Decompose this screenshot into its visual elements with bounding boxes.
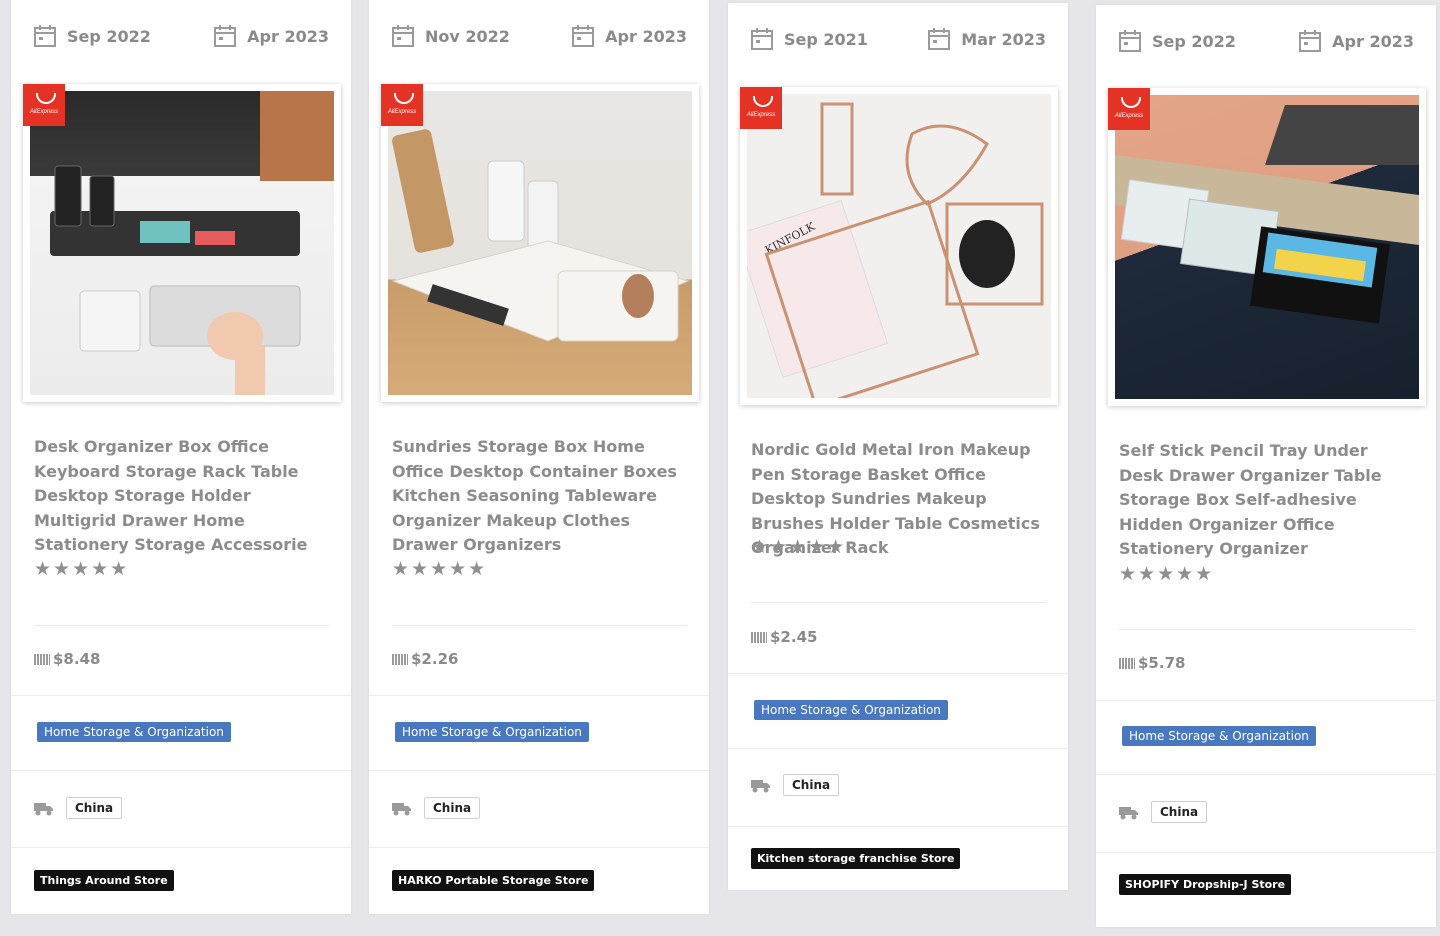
product-card[interactable]: Sep 2021 Mar 2023 KINFOLK AliExpress Nor… [728,3,1068,890]
calendar-icon [392,25,414,47]
store-badge[interactable]: SHOPIFY Dropship-J Store [1119,874,1292,895]
divider [11,847,351,848]
store-badge[interactable]: Kitchen storage franchise Store [751,848,961,869]
ships-from: China [34,797,123,819]
product-image[interactable]: AliExpress [1108,88,1426,406]
divider [369,770,709,771]
date-start: Sep 2022 [33,24,151,48]
ships-from: China [392,797,481,819]
store-badge[interactable]: Things Around Store [34,870,174,891]
ships-from: China [1119,801,1208,823]
calendar-icon [214,25,237,47]
price: $8.48 [34,650,100,668]
country-badge: China [424,797,481,819]
product-title[interactable]: Sundries Storage Box Home Office Desktop… [392,435,687,558]
rating-stars: ★★★★★ [34,558,130,580]
product-image[interactable]: AliExpress [23,84,341,402]
rating-stars: ★★★★★ [751,536,847,558]
date-range: Sep 2022 Apr 2023 [1118,27,1414,55]
aliexpress-logo: AliExpress [23,84,65,126]
divider [392,625,687,626]
calendar-icon [572,25,595,47]
aliexpress-logo: AliExpress [740,87,782,129]
divider [369,847,709,848]
category-badge[interactable]: Home Storage & Organization [754,700,948,720]
date-end: Apr 2023 [1298,29,1414,53]
date-end: Mar 2023 [927,27,1046,51]
divider [728,673,1068,674]
calendar-icon [928,28,951,50]
rating-stars: ★★★★★ [1119,563,1215,585]
date-start: Nov 2022 [391,24,510,48]
price: $2.26 [392,650,458,668]
date-range: Nov 2022 Apr 2023 [391,22,687,50]
rating-stars: ★★★★★ [392,558,488,580]
truck-icon [34,803,53,816]
date-end: Apr 2023 [213,24,329,48]
calendar-icon [751,28,773,50]
aliexpress-logo: AliExpress [381,84,423,126]
product-card[interactable]: Nov 2022 Apr 2023 AliExpress Sundries St… [369,0,709,914]
date-range: Sep 2022 Apr 2023 [33,22,329,50]
barcode-icon [34,653,50,665]
calendar-icon [34,25,56,47]
country-badge: China [1151,801,1208,823]
product-image[interactable]: AliExpress [381,84,699,402]
barcode-icon [751,631,767,643]
calendar-icon [1119,30,1141,52]
category-badge[interactable]: Home Storage & Organization [395,722,589,742]
product-title[interactable]: Desk Organizer Box Office Keyboard Stora… [34,435,329,558]
divider [1096,774,1436,775]
price: $5.78 [1119,654,1185,672]
date-start: Sep 2022 [1118,29,1236,53]
price: $2.45 [751,628,817,646]
product-image[interactable]: KINFOLK AliExpress [740,87,1058,405]
divider [1096,852,1436,853]
divider [34,625,329,626]
truck-icon [1119,807,1138,820]
divider [1096,700,1436,701]
aliexpress-logo: AliExpress [1108,88,1150,130]
divider [751,602,1046,603]
truck-icon [751,780,770,793]
barcode-icon [392,653,408,665]
divider [11,695,351,696]
divider [728,748,1068,749]
product-card[interactable]: Sep 2022 Apr 2023 AliExpress Self Stick … [1096,5,1436,927]
under-desk-drawer-illustration [1115,105,1419,324]
date-end: Apr 2023 [571,24,687,48]
ships-from: China [751,774,840,796]
product-title[interactable]: Self Stick Pencil Tray Under Desk Drawer… [1119,439,1414,562]
divider [369,695,709,696]
country-badge: China [66,797,123,819]
gold-basket-illustration: KINFOLK [747,102,1044,398]
desk-scene-illustration [50,91,334,395]
truck-icon [392,803,411,816]
date-start: Sep 2021 [750,27,868,51]
storage-box-illustration [391,129,690,342]
product-card[interactable]: Sep 2022 Apr 2023 AliExpress Desk Organi… [11,0,351,914]
store-badge[interactable]: HARKO Portable Storage Store [392,870,595,891]
divider [11,770,351,771]
country-badge: China [783,774,840,796]
divider [728,826,1068,827]
date-range: Sep 2021 Mar 2023 [750,25,1046,53]
divider [1119,629,1414,630]
calendar-icon [1299,30,1322,52]
category-badge[interactable]: Home Storage & Organization [1122,726,1316,746]
barcode-icon [1119,657,1135,669]
category-badge[interactable]: Home Storage & Organization [37,722,231,742]
